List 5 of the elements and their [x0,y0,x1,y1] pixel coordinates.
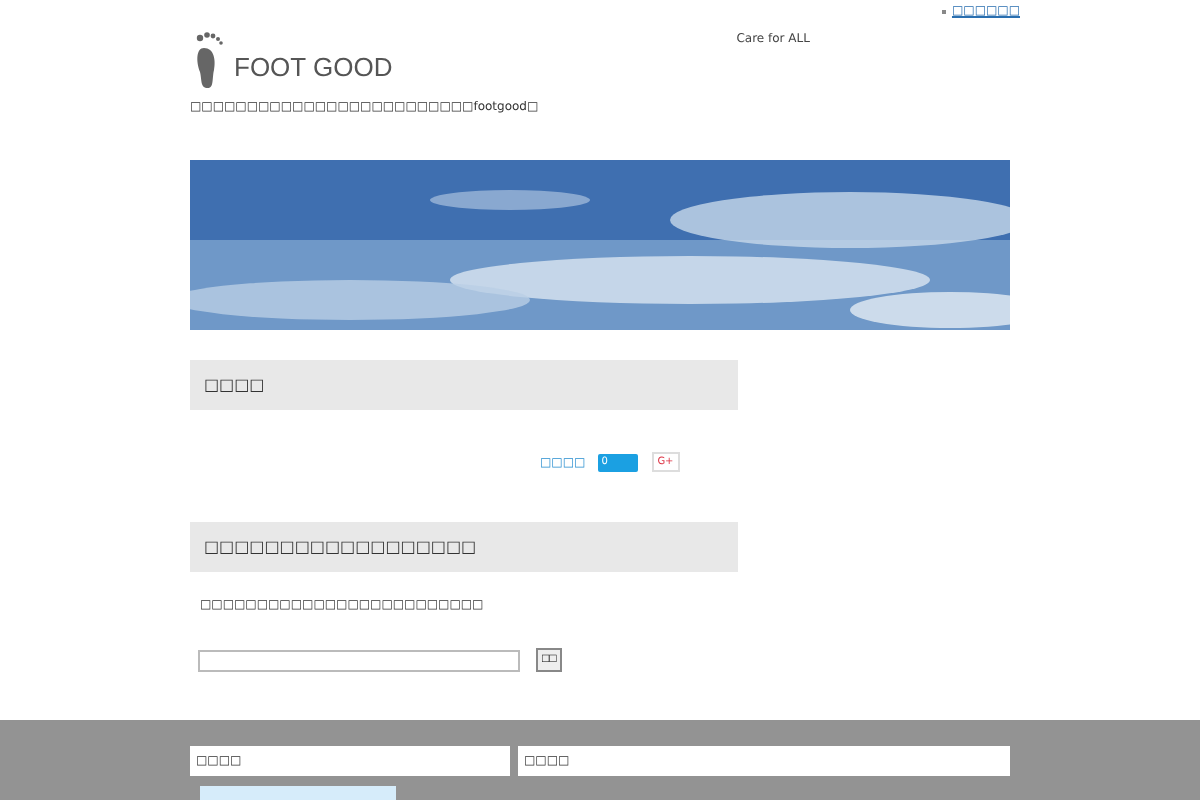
section-heading: □□□□ [190,360,738,410]
input-field[interactable] [198,649,520,671]
footprint-icon [194,30,226,90]
site-logo[interactable]: FOOT GOOD [234,51,393,81]
section-heading: □□□□□□□□□□□□□□□□□□ [190,522,738,572]
